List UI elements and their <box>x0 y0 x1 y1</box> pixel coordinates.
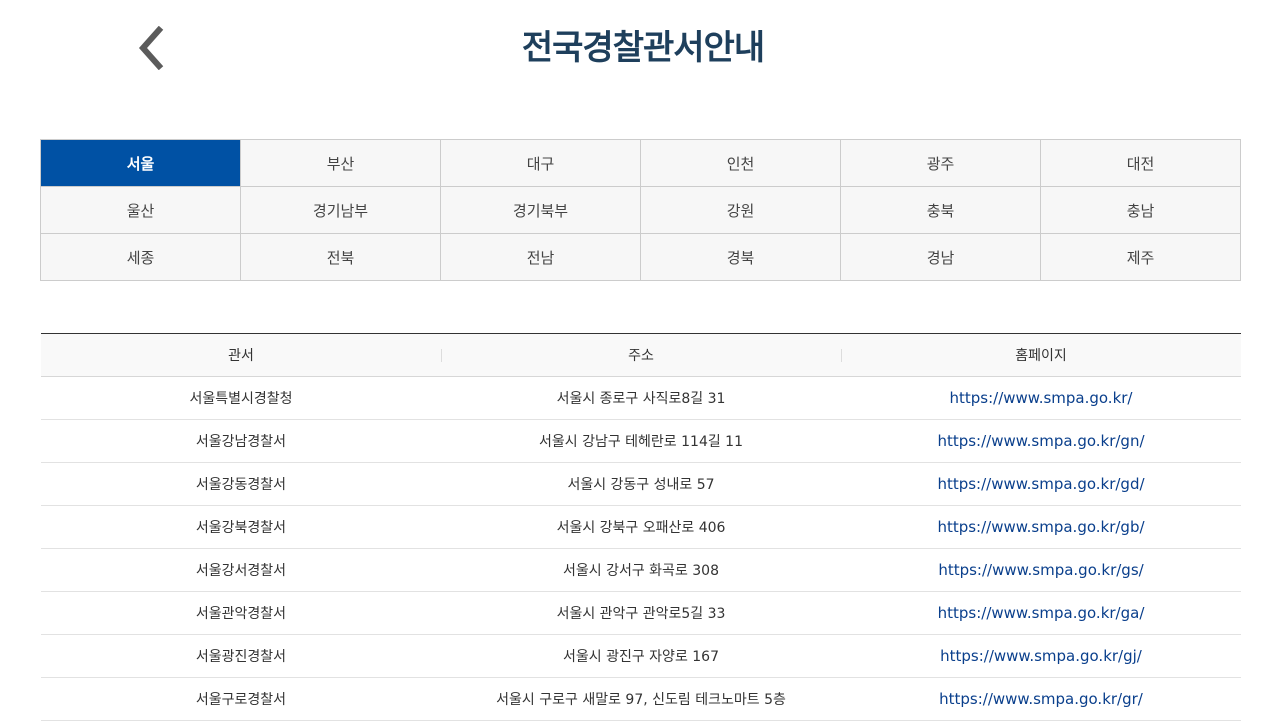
table-header-row: 관서 주소 홈페이지 <box>41 333 1241 377</box>
station-name: 서울강북경찰서 <box>41 505 441 549</box>
column-header-label: 관서 <box>228 348 254 364</box>
table-row: 서울강동경찰서 서울시 강동구 성내로 57 https://www.smpa.go… <box>41 462 1241 506</box>
station-address: 서울시 강북구 오패산로 406 <box>441 505 841 549</box>
station-homepage-cell: https://www.smpa.go.kr/gr/ <box>841 677 1241 721</box>
station-address: 서울시 종로구 사직로8길 31 <box>441 376 841 420</box>
region-tab-14[interactable]: 전남 <box>441 234 641 281</box>
region-tab-0[interactable]: 서울 <box>41 140 241 187</box>
station-name: 서울강남경찰서 <box>41 419 441 463</box>
region-tab-2[interactable]: 대구 <box>441 140 641 187</box>
header-divider <box>441 349 442 362</box>
region-tab-3[interactable]: 인천 <box>641 140 841 187</box>
station-homepage-cell: https://www.smpa.go.kr/gn/ <box>841 419 1241 463</box>
station-table: 관서 주소 홈페이지 서울특별시경찰청 서울시 종로구 사직로8길 31 https… <box>41 333 1241 721</box>
region-tab-13[interactable]: 전북 <box>241 234 441 281</box>
station-homepage-link[interactable]: https://www.smpa.go.kr/ga/ <box>938 604 1145 622</box>
region-tab-6[interactable]: 울산 <box>41 187 241 234</box>
region-tab-4[interactable]: 광주 <box>841 140 1041 187</box>
page-title: 전국경찰관서안내 <box>521 28 765 68</box>
column-header-label: 홈페이지 <box>1015 348 1067 364</box>
station-name: 서울구로경찰서 <box>41 677 441 721</box>
station-address: 서울시 강남구 테헤란로 114길 11 <box>441 419 841 463</box>
region-tab-15[interactable]: 경북 <box>641 234 841 281</box>
station-address: 서울시 관악구 관악로5길 33 <box>441 591 841 635</box>
region-tab-1[interactable]: 부산 <box>241 140 441 187</box>
station-homepage-link[interactable]: https://www.smpa.go.kr/gr/ <box>939 690 1143 708</box>
table-row: 서울특별시경찰청 서울시 종로구 사직로8길 31 https://www.smpa… <box>41 376 1241 420</box>
region-tab-17[interactable]: 제주 <box>1041 234 1241 281</box>
table-row: 서울관악경찰서 서울시 관악구 관악로5길 33 https://www.smpa.… <box>41 591 1241 635</box>
column-header-homepage: 홈페이지 <box>841 333 1241 377</box>
station-homepage-cell: https://www.smpa.go.kr/gb/ <box>841 505 1241 549</box>
station-homepage-link[interactable]: https://www.smpa.go.kr/gs/ <box>938 561 1143 579</box>
column-header-label: 주소 <box>628 348 654 364</box>
region-tab-11[interactable]: 충남 <box>1041 187 1241 234</box>
station-address: 서울시 강서구 화곡로 308 <box>441 548 841 592</box>
station-homepage-cell: https://www.smpa.go.kr/ <box>841 376 1241 420</box>
table-row: 서울강북경찰서 서울시 강북구 오패산로 406 https://www.smpa.… <box>41 505 1241 549</box>
table-row: 서울강서경찰서 서울시 강서구 화곡로 308 https://www.smpa.g… <box>41 548 1241 592</box>
station-address: 서울시 구로구 새말로 97, 신도림 테크노마트 5층 <box>441 677 841 721</box>
station-homepage-link[interactable]: https://www.smpa.go.kr/gj/ <box>940 647 1142 665</box>
station-homepage-cell: https://www.smpa.go.kr/gs/ <box>841 548 1241 592</box>
station-homepage-link[interactable]: https://www.smpa.go.kr/gn/ <box>937 432 1144 450</box>
station-homepage-link[interactable]: https://www.smpa.go.kr/gd/ <box>937 475 1144 493</box>
station-name: 서울강동경찰서 <box>41 462 441 506</box>
station-name: 서울특별시경찰청 <box>41 376 441 420</box>
region-tab-10[interactable]: 충북 <box>841 187 1041 234</box>
region-tab-7[interactable]: 경기남부 <box>241 187 441 234</box>
region-tab-16[interactable]: 경남 <box>841 234 1041 281</box>
station-address: 서울시 광진구 자양로 167 <box>441 634 841 678</box>
region-tab-8[interactable]: 경기북부 <box>441 187 641 234</box>
table-row: 서울강남경찰서 서울시 강남구 테헤란로 114길 11 https://www.s… <box>41 419 1241 463</box>
station-homepage-cell: https://www.smpa.go.kr/gj/ <box>841 634 1241 678</box>
column-header-name: 관서 <box>41 333 441 377</box>
region-tab-12[interactable]: 세종 <box>41 234 241 281</box>
station-name: 서울관악경찰서 <box>41 591 441 635</box>
table-row: 서울구로경찰서 서울시 구로구 새말로 97, 신도림 테크노마트 5층 https… <box>41 677 1241 721</box>
station-homepage-cell: https://www.smpa.go.kr/gd/ <box>841 462 1241 506</box>
station-homepage-link[interactable]: https://www.smpa.go.kr/ <box>950 389 1133 407</box>
station-name: 서울광진경찰서 <box>41 634 441 678</box>
station-address: 서울시 강동구 성내로 57 <box>441 462 841 506</box>
station-homepage-link[interactable]: https://www.smpa.go.kr/gb/ <box>937 518 1144 536</box>
column-header-address: 주소 <box>441 333 841 377</box>
header-divider <box>841 349 842 362</box>
region-tab-9[interactable]: 강원 <box>641 187 841 234</box>
region-tab-5[interactable]: 대전 <box>1041 140 1241 187</box>
police-station-guide-page: 전국경찰관서안내 서울 부산 대구 인천 광주 대전 울산 경기남부 경기북부 강원 충북 충남 세종 전… <box>0 0 1286 726</box>
station-homepage-cell: https://www.smpa.go.kr/ga/ <box>841 591 1241 635</box>
station-name: 서울강서경찰서 <box>41 548 441 592</box>
region-tabs: 서울 부산 대구 인천 광주 대전울산 경기남부 경기북부 강원 충북 충남세종 전북 전남 경북 경남 제주 <box>40 139 1241 281</box>
table-row: 서울광진경찰서 서울시 광진구 자양로 167 https://www.smpa.g… <box>41 634 1241 678</box>
